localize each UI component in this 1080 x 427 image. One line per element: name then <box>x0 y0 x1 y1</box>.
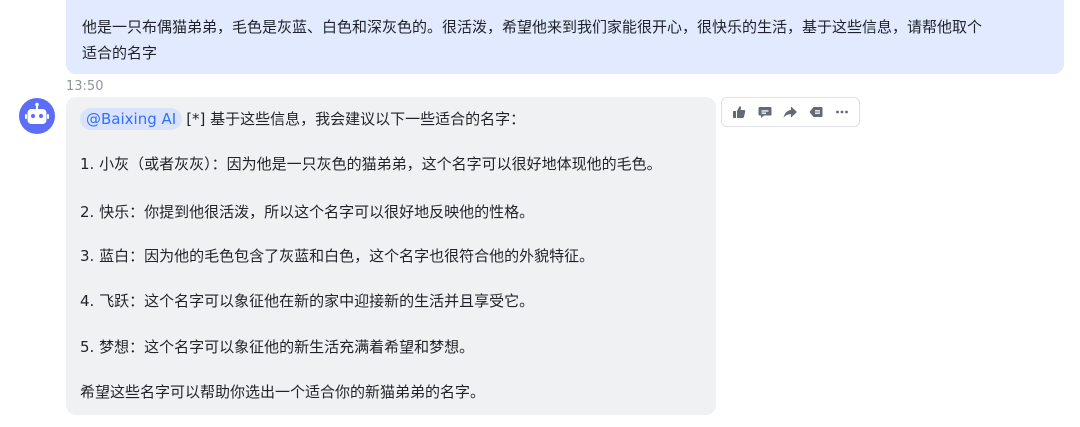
tag-icon[interactable] <box>803 99 829 125</box>
name-suggestion-item: 5. 梦想：这个名字可以象征他的新生活充满着希望和梦想。 <box>80 338 475 356</box>
user-message-bubble: 他是一只布偶猫弟弟，毛色是灰蓝、白色和深灰色的。很活泼，希望他来到我们家能很开心… <box>66 0 1064 74</box>
comment-icon[interactable] <box>752 99 778 125</box>
bot-intro-line: @Baixing AI [*] 基于这些信息，我会建议以下一些适合的名字： <box>80 108 525 130</box>
bot-message-bubble: @Baixing AI [*] 基于这些信息，我会建议以下一些适合的名字： 1. … <box>66 97 716 415</box>
bot-intro-text: [*] 基于这些信息，我会建议以下一些适合的名字： <box>186 110 526 128</box>
name-suggestion-item: 4. 飞跃：这个名字可以象征他在新的家中迎接新的生活并且享受它。 <box>80 292 535 310</box>
bot-avatar[interactable] <box>19 98 55 134</box>
user-message-line: 他是一只布偶猫弟弟，毛色是灰蓝、白色和深灰色的。很活泼，希望他来到我们家能很开心… <box>82 18 983 36</box>
more-icon[interactable] <box>829 99 855 125</box>
user-message-line: 适合的名字 <box>82 44 158 62</box>
name-suggestion-item: 1. 小灰（或者灰灰）：因为他是一只灰色的猫弟弟，这个名字可以很好地体现他的毛色… <box>80 155 662 173</box>
message-timestamp: 13:50 <box>66 79 104 94</box>
mention-tag[interactable]: @Baixing AI <box>80 108 183 130</box>
robot-icon <box>25 102 49 124</box>
thumbs-up-icon[interactable] <box>726 99 752 125</box>
bot-closing-text: 希望这些名字可以帮助你选出一个适合你的新猫弟弟的名字。 <box>80 383 486 401</box>
message-action-bar <box>721 97 860 127</box>
name-suggestion-item: 2. 快乐：你提到他很活泼，所以这个名字可以很好地反映他的性格。 <box>80 203 535 221</box>
name-suggestion-item: 3. 蓝白：因为他的毛色包含了灰蓝和白色，这个名字也很符合他的外貌特征。 <box>80 247 595 265</box>
forward-icon[interactable] <box>778 99 804 125</box>
